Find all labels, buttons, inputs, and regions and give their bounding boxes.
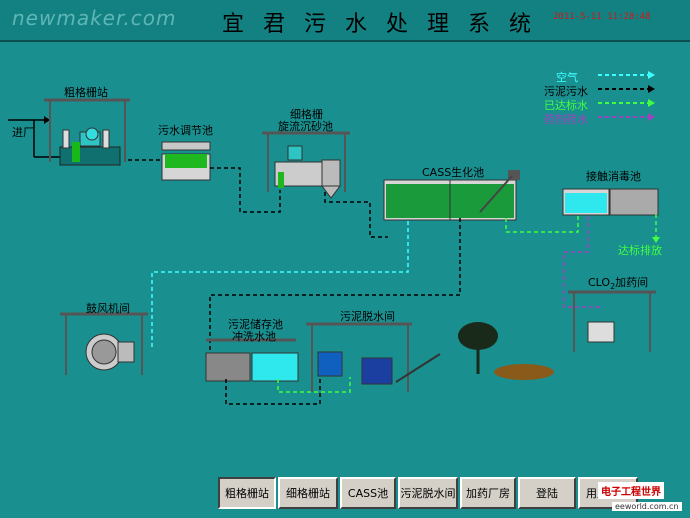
datetime-display: 2011-5-11 11:28:48 — [553, 12, 651, 22]
legend-arrows — [598, 71, 655, 121]
regulating-tank — [128, 141, 211, 181]
nav-dewatering-button[interactable]: 污泥脱水间 — [398, 477, 458, 509]
disinfection-tank — [562, 188, 659, 216]
discharge-label: 达标排放 — [618, 244, 662, 257]
clo2-room — [568, 290, 656, 352]
grit-chamber-label: 旋流沉砂池 — [278, 120, 333, 133]
nav-coarse-screen-button[interactable]: 粗格栅站 — [218, 477, 276, 509]
wash-tank-label: 冲洗水池 — [232, 330, 276, 343]
nav-fine-screen-button[interactable]: 细格栅站 — [278, 477, 338, 509]
regulating-tank-label: 污水调节池 — [158, 124, 213, 137]
tree-illustration — [458, 322, 554, 380]
coarse-screen-label: 粗格栅站 — [64, 86, 108, 99]
disinfection-label: 接触消毒池 — [586, 170, 641, 183]
nav-cass-button[interactable]: CASS池 — [340, 477, 396, 509]
eeworld-watermark: 电子工程世界 — [598, 482, 664, 499]
cass-label: CASS生化池 — [422, 166, 485, 179]
fine-screen-structure — [262, 131, 350, 199]
legend-chemical: 药剂药水 — [544, 113, 588, 126]
sludge-storage-tank — [205, 338, 299, 382]
dewatering-building — [306, 322, 441, 392]
nav-login-button[interactable]: 登陆 — [518, 477, 576, 509]
clo2-label: CLO2加药间 — [588, 276, 649, 292]
blower-station — [60, 312, 148, 375]
coarse-screen-structure — [44, 98, 130, 166]
blower-label: 鼓风机间 — [86, 302, 130, 315]
dewatering-label: 污泥脱水间 — [340, 310, 395, 323]
process-diagram: 进厂 粗格栅站 污水调节池 细格栅 旋流沉砂池 CASS生化池 接触消毒池 达标… — [0, 42, 690, 472]
site-logo: newmaker.com — [12, 6, 177, 30]
inlet-label: 进厂 — [12, 126, 34, 139]
page-title: 宜 君 污 水 处 理 系 统 — [222, 12, 537, 37]
title-bar: newmaker.com 宜 君 污 水 处 理 系 统 2011-5-11 1… — [0, 0, 690, 42]
eeworld-watermark-url: eeworld.com.cn — [612, 502, 682, 511]
nav-chemical-button[interactable]: 加药厂房 — [460, 477, 516, 509]
nav-bar: 粗格栅站 细格栅站 CASS池 污泥脱水间 加药厂房 登陆 用户管理 — [0, 474, 690, 518]
